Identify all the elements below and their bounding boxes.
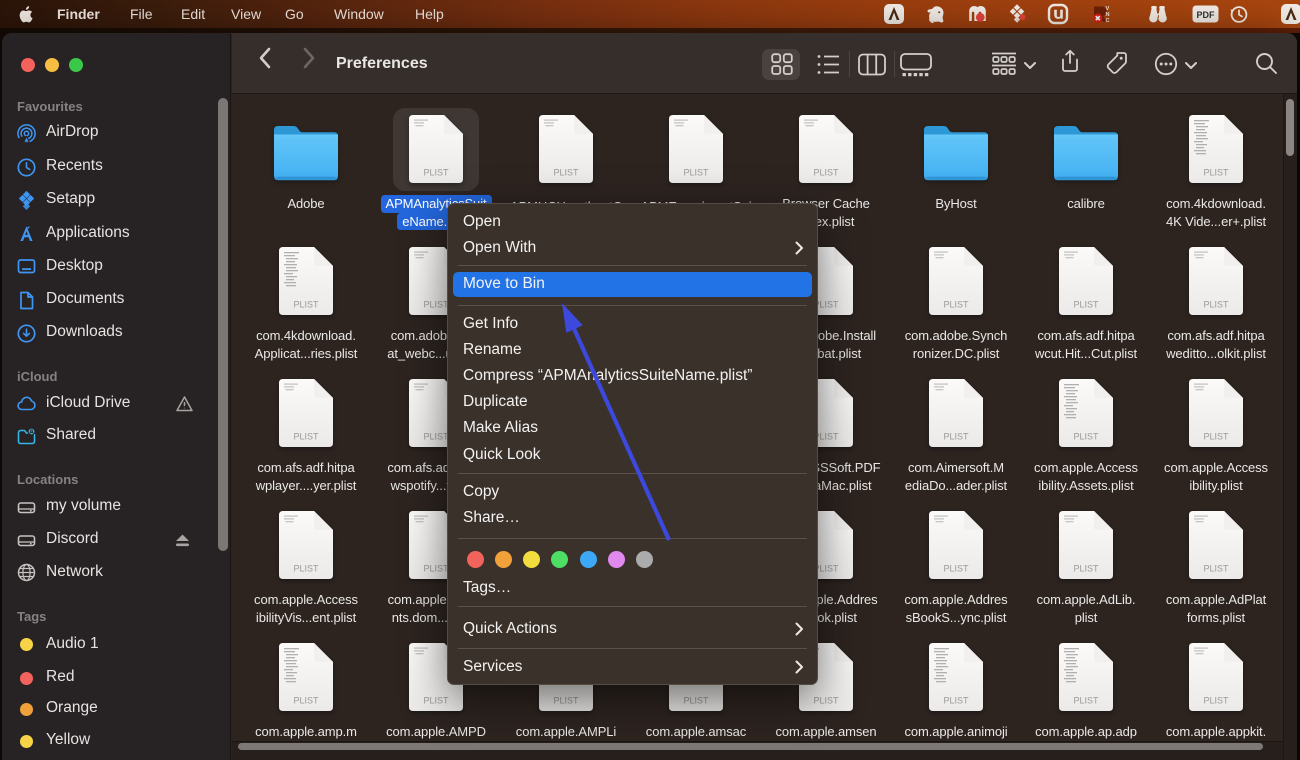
svg-text:C: C bbox=[1106, 18, 1110, 24]
svg-text:PDF: PDF bbox=[1197, 10, 1216, 20]
